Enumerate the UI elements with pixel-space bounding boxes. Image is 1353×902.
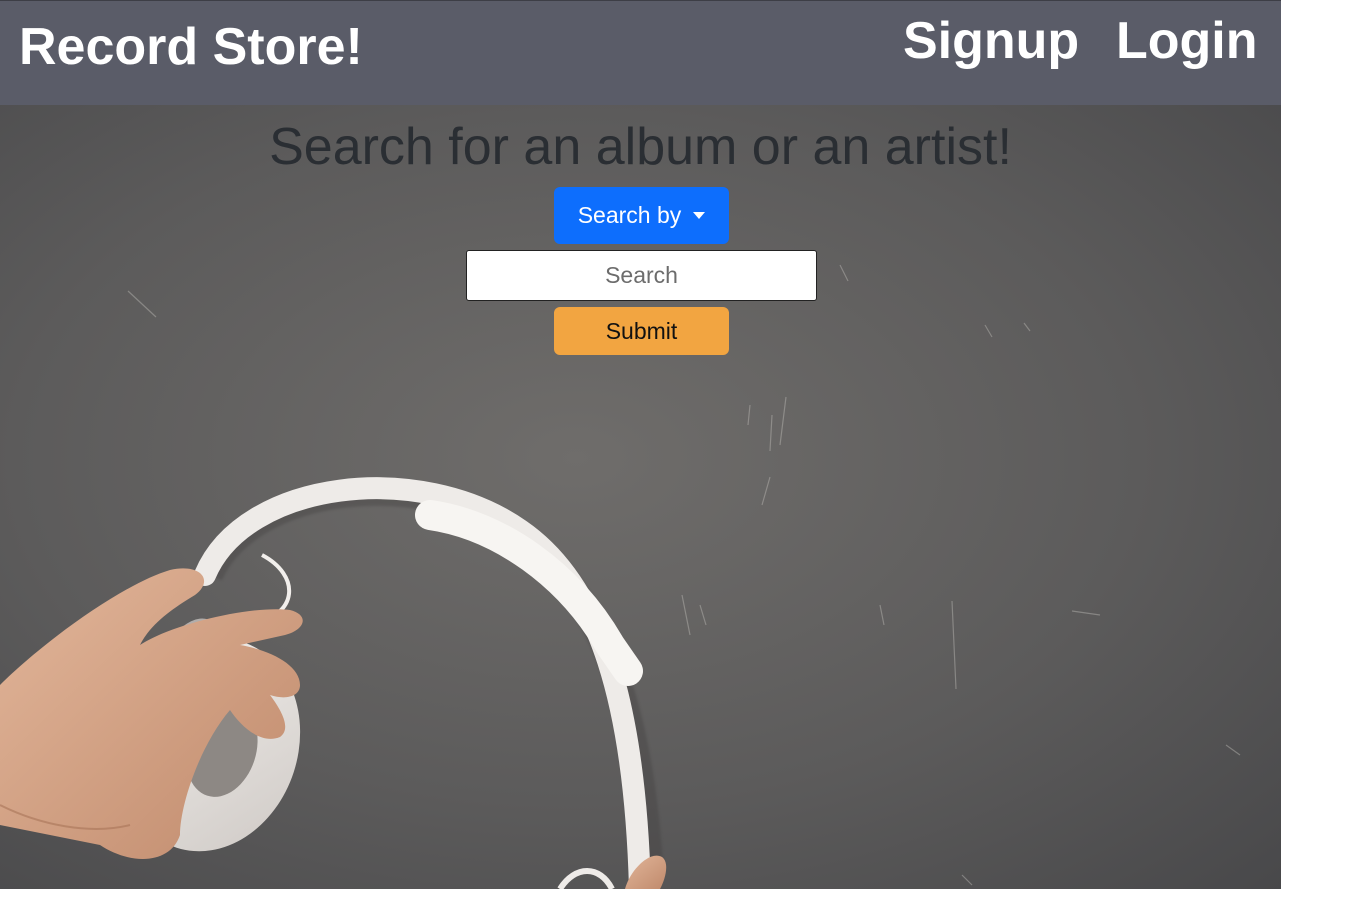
hero-section: Search for an album or an artist! Search… (0, 105, 1281, 889)
search-input[interactable] (466, 250, 817, 301)
caret-down-icon (693, 212, 706, 219)
navbar: Record Store! Signup Login (0, 0, 1281, 105)
page-heading: Search for an album or an artist! (269, 118, 1012, 176)
page: Record Store! Signup Login Search for an… (0, 0, 1281, 889)
search-by-dropdown-button[interactable]: Search by (554, 187, 729, 244)
submit-button[interactable]: Submit (554, 307, 729, 355)
search-by-label: Search by (577, 202, 682, 228)
brand-link[interactable]: Record Store! (19, 21, 363, 73)
signup-link[interactable]: Signup (903, 15, 1079, 67)
login-link[interactable]: Login (1116, 15, 1258, 67)
